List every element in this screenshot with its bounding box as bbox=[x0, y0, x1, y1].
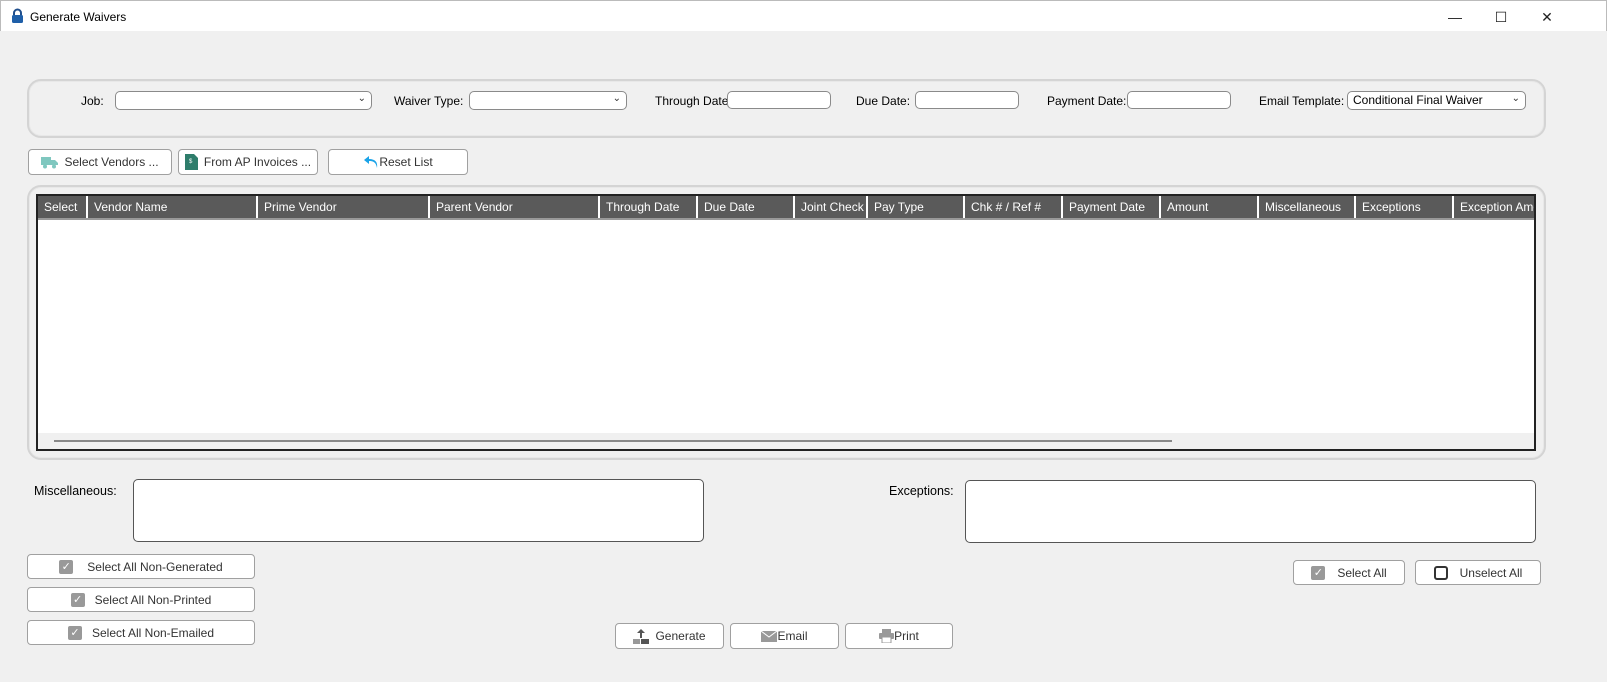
miscellaneous-label: Miscellaneous: bbox=[34, 484, 117, 498]
email-template-label: Email Template: bbox=[1259, 94, 1345, 108]
from-ap-invoices-button[interactable]: $ From AP Invoices ... bbox=[178, 149, 318, 175]
horizontal-scrollbar[interactable] bbox=[38, 433, 1534, 449]
truck-icon bbox=[41, 156, 59, 168]
envelope-icon bbox=[761, 630, 778, 642]
job-label: Job: bbox=[81, 94, 104, 108]
window-title: Generate Waivers bbox=[30, 10, 127, 24]
title-bar: Generate Waivers — ☐ ✕ bbox=[0, 0, 1607, 31]
checkbox-checked-icon: ✓ bbox=[67, 625, 82, 640]
column-header[interactable]: Miscellaneous bbox=[1257, 196, 1354, 218]
select-all-non-printed-button[interactable]: ✓ Select All Non-Printed bbox=[27, 587, 255, 612]
print-button[interactable]: Print bbox=[845, 623, 953, 649]
checkbox-checked-icon: ✓ bbox=[1311, 565, 1326, 580]
select-all-non-emailed-button[interactable]: ✓ Select All Non-Emailed bbox=[27, 620, 255, 645]
checkbox-checked-icon: ✓ bbox=[70, 592, 85, 607]
generate-button[interactable]: Generate bbox=[615, 623, 724, 649]
print-label: Print bbox=[894, 629, 919, 643]
select-all-non-generated-label: Select All Non-Generated bbox=[87, 559, 223, 574]
select-all-label: Select All bbox=[1337, 565, 1387, 580]
printer-icon bbox=[879, 629, 895, 643]
minimize-button[interactable]: — bbox=[1432, 5, 1478, 29]
payment-date-input[interactable] bbox=[1127, 91, 1231, 109]
column-header[interactable]: Vendor Name bbox=[86, 196, 256, 218]
scrollbar-thumb[interactable] bbox=[54, 440, 1172, 442]
column-header[interactable]: Exception Amount bbox=[1452, 196, 1534, 218]
email-label: Email bbox=[777, 629, 808, 643]
reset-list-button[interactable]: Reset List bbox=[328, 149, 468, 175]
waivers-grid[interactable]: Select Vendor Name Prime Vendor Parent Vend… bbox=[36, 194, 1536, 451]
column-header[interactable]: Parent Vendor bbox=[428, 196, 598, 218]
waiver-type-label: Waiver Type: bbox=[394, 94, 464, 108]
select-all-non-generated-button[interactable]: ✓ Select All Non-Generated bbox=[27, 554, 255, 579]
email-template-select[interactable]: Conditional Final Waiver ⌄ bbox=[1347, 91, 1526, 110]
job-select[interactable]: ⌄ bbox=[115, 91, 372, 110]
column-header[interactable]: Amount bbox=[1159, 196, 1257, 218]
through-date-label: Through Date: bbox=[655, 94, 732, 108]
due-date-label: Due Date: bbox=[856, 94, 911, 108]
undo-arrow-icon bbox=[364, 156, 378, 168]
chevron-down-icon: ⌄ bbox=[612, 93, 621, 104]
column-header[interactable]: Select bbox=[38, 196, 86, 218]
select-all-non-printed-label: Select All Non-Printed bbox=[94, 592, 212, 607]
column-header[interactable]: Payment Date bbox=[1061, 196, 1159, 218]
checkbox-empty-icon bbox=[1433, 565, 1448, 580]
unselect-all-button[interactable]: Unselect All bbox=[1415, 560, 1541, 585]
select-vendors-label: Select Vendors ... bbox=[64, 155, 159, 169]
email-button[interactable]: Email bbox=[730, 623, 839, 649]
column-header[interactable]: Due Date bbox=[696, 196, 793, 218]
column-header[interactable]: Prime Vendor bbox=[256, 196, 428, 218]
exceptions-textarea[interactable] bbox=[965, 480, 1536, 543]
column-header[interactable]: Chk # / Ref # bbox=[963, 196, 1061, 218]
column-header[interactable]: Joint Check bbox=[793, 196, 866, 218]
grid-header: Select Vendor Name Prime Vendor Parent Vend… bbox=[38, 196, 1534, 220]
maximize-button[interactable]: ☐ bbox=[1478, 5, 1524, 29]
due-date-input[interactable] bbox=[915, 91, 1019, 109]
from-ap-invoices-label: From AP Invoices ... bbox=[203, 155, 312, 169]
miscellaneous-textarea[interactable] bbox=[133, 479, 704, 542]
select-all-button[interactable]: ✓ Select All bbox=[1293, 560, 1405, 585]
lock-icon bbox=[11, 8, 24, 27]
unselect-all-label: Unselect All bbox=[1459, 565, 1523, 580]
close-button[interactable]: ✕ bbox=[1524, 5, 1570, 29]
column-header[interactable]: Pay Type bbox=[866, 196, 963, 218]
waiver-type-select[interactable]: ⌄ bbox=[469, 91, 627, 110]
payment-date-label: Payment Date: bbox=[1047, 94, 1127, 108]
chevron-down-icon: ⌄ bbox=[1511, 93, 1520, 104]
upload-icon bbox=[633, 628, 650, 644]
column-header[interactable]: Through Date bbox=[598, 196, 696, 218]
exceptions-label: Exceptions: bbox=[889, 484, 954, 498]
reset-list-label: Reset List bbox=[379, 155, 433, 169]
select-vendors-button[interactable]: Select Vendors ... bbox=[28, 149, 172, 175]
column-header[interactable]: Exceptions bbox=[1354, 196, 1452, 218]
invoice-icon: $ bbox=[184, 154, 198, 170]
select-all-non-emailed-label: Select All Non-Emailed bbox=[91, 625, 215, 640]
checkbox-checked-icon: ✓ bbox=[59, 559, 74, 574]
through-date-input[interactable] bbox=[727, 91, 831, 109]
generate-label: Generate bbox=[655, 629, 706, 643]
chevron-down-icon: ⌄ bbox=[357, 93, 366, 104]
